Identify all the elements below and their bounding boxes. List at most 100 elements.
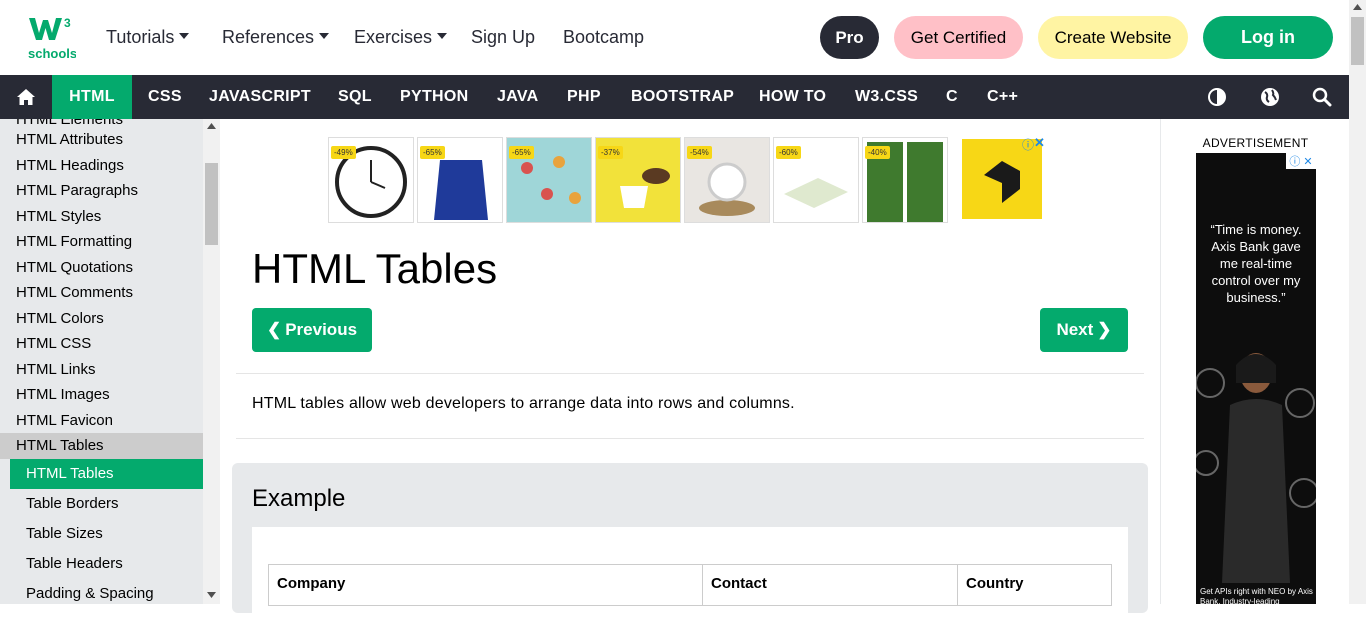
pro-label: Pro [835, 27, 864, 47]
sidebar-sub-padding-spacing[interactable]: Padding & Spacing [26, 579, 154, 604]
sidebar-sub-table-sizes[interactable]: Table Sizes [26, 519, 103, 549]
ad-product-cushion[interactable]: -65% [506, 137, 592, 223]
table-header-company: Company [269, 565, 703, 605]
adchoices-icon[interactable]: ⓘ [1022, 136, 1034, 153]
nav-bootcamp[interactable]: Bootcamp [563, 0, 644, 75]
sidebar-item-formatting[interactable]: HTML Formatting [16, 229, 132, 255]
nav-html[interactable]: HTML [52, 75, 132, 119]
language-button[interactable] [1260, 75, 1280, 119]
sidebar-item-images[interactable]: HTML Images [16, 382, 110, 408]
ad-product-towel[interactable]: -65% [417, 137, 503, 223]
ad-product-clock[interactable]: -49% [328, 137, 414, 223]
table-header-contact: Contact [703, 565, 958, 605]
page-scroll-thumb[interactable] [1351, 17, 1364, 65]
example-heading: Example [252, 485, 346, 512]
table-header-country: Country [966, 575, 1024, 592]
discount-tag: -37% [598, 146, 623, 159]
ad-info-close-icon[interactable]: ⓘ ✕ [1286, 153, 1316, 169]
ad-product-pillow[interactable]: -60% [773, 137, 859, 223]
product-ad-strip[interactable]: -49% -65% -65% -37% -54% -60% -40% ⓘ ✕ [328, 135, 1045, 223]
ad-product-cup[interactable]: -37% [595, 137, 681, 223]
example-table: Company Contact Country [268, 564, 1112, 606]
nav-c[interactable]: C [946, 75, 958, 119]
page-title: HTML Tables [252, 245, 498, 292]
sidebar-item-paragraphs[interactable]: HTML Paragraphs [16, 178, 138, 204]
nav-bootstrap-label: BOOTSTRAP [631, 88, 735, 105]
w3schools-logo[interactable]: 3 schools [26, 16, 77, 62]
sidebar-item-links[interactable]: HTML Links [16, 357, 95, 383]
sidebar-item-css[interactable]: HTML CSS [16, 331, 91, 357]
previous-label: Previous [285, 320, 358, 339]
ad-product-curtains[interactable]: -40% [862, 137, 948, 223]
example-box: Example Company Contact Country [232, 463, 1148, 617]
nav-javascript-label: JAVASCRIPT [209, 88, 311, 105]
nav-cpp[interactable]: C++ [987, 75, 1018, 119]
caret-down-icon [319, 32, 330, 39]
discount-tag: -54% [687, 146, 712, 159]
subject-nav-bar: HTML CSS JAVASCRIPT SQL PYTHON JAVA PHP … [0, 75, 1349, 119]
nav-php[interactable]: PHP [567, 75, 601, 119]
nav-how-to-label: HOW TO [759, 88, 827, 105]
previous-button[interactable]: ❮ Previous [252, 308, 372, 352]
logo-wordmark: schools [28, 46, 76, 61]
pro-button[interactable]: Pro [820, 16, 879, 59]
get-certified-button[interactable]: Get Certified [894, 16, 1023, 59]
sidebar-scroll-thumb[interactable] [205, 163, 218, 245]
nav-python[interactable]: PYTHON [400, 75, 468, 119]
nav-references[interactable]: References [222, 0, 330, 75]
sidebar-item-favicon[interactable]: HTML Favicon [16, 408, 113, 434]
search-icon [1312, 87, 1332, 107]
banner-ad[interactable]: ⓘ ✕ “Time is money. Axis Bank gave me re… [1196, 153, 1316, 604]
nav-javascript[interactable]: JAVASCRIPT [209, 75, 311, 119]
nav-java[interactable]: JAVA [497, 75, 539, 119]
next-button[interactable]: Next ❯ [1040, 308, 1128, 352]
scroll-up-icon[interactable] [207, 123, 216, 129]
nav-exercises[interactable]: Exercises [354, 0, 448, 75]
ad-product-table-clock[interactable]: -54% [684, 137, 770, 223]
nav-sign-up[interactable]: Sign Up [471, 0, 535, 75]
login-button[interactable]: Log in [1203, 16, 1333, 59]
nav-exercises-label: Exercises [354, 27, 433, 47]
nav-cpp-label: C++ [987, 88, 1019, 105]
home-button[interactable] [0, 75, 52, 119]
sidebar-sub-table-headers[interactable]: Table Headers [26, 549, 123, 579]
sidebar-item-comments[interactable]: HTML Comments [16, 280, 133, 306]
sidebar-item-attributes[interactable]: HTML Attributes [16, 127, 123, 153]
nav-css[interactable]: CSS [148, 75, 182, 119]
sidebar: HTML Elements HTML Attributes HTML Headi… [0, 119, 203, 604]
sidebar-item-headings[interactable]: HTML Headings [16, 153, 124, 179]
theme-toggle-button[interactable] [1207, 75, 1227, 119]
next-label: Next [1056, 320, 1094, 339]
login-label: Log in [1241, 27, 1295, 47]
nav-w3css[interactable]: W3.CSS [855, 75, 918, 119]
close-ad-icon[interactable]: ✕ [1034, 135, 1045, 151]
right-ad-column: ADVERTISEMENT ⓘ ✕ “Time is money. Axis B… [1160, 119, 1349, 604]
ad-footer-text: Get APIs right with NEO by Axis Bank. In… [1200, 587, 1313, 604]
scroll-up-icon[interactable] [1353, 4, 1362, 10]
create-website-label: Create Website [1054, 27, 1172, 47]
advertisement-label: ADVERTISEMENT [1202, 136, 1309, 150]
nav-tutorials[interactable]: Tutorials [106, 0, 190, 75]
nav-java-label: JAVA [497, 88, 539, 105]
home-icon [17, 89, 35, 105]
scroll-down-icon[interactable] [207, 592, 216, 598]
create-website-button[interactable]: Create Website [1038, 16, 1188, 59]
nav-bootcamp-label: Bootcamp [563, 27, 645, 47]
ad-person-image [1196, 353, 1316, 583]
nav-bootstrap[interactable]: BOOTSTRAP [631, 75, 734, 119]
ad-quote: “Time is money. Axis Bank gave me real-t… [1210, 222, 1302, 305]
sidebar-item-quotations[interactable]: HTML Quotations [16, 255, 133, 281]
sidebar-scrollbar[interactable] [203, 119, 220, 604]
nav-how-to[interactable]: HOW TO [759, 75, 826, 119]
search-button[interactable] [1312, 75, 1332, 119]
contrast-icon [1208, 88, 1226, 106]
nav-sql[interactable]: SQL [338, 75, 372, 119]
sidebar-sub-table-borders[interactable]: Table Borders [26, 489, 119, 519]
page-scrollbar[interactable] [1349, 0, 1366, 604]
sidebar-sub-html-tables[interactable]: HTML Tables [26, 459, 114, 489]
nav-c-label: C [946, 88, 958, 105]
intro-text: HTML tables allow web developers to arra… [252, 395, 795, 412]
sidebar-item-styles[interactable]: HTML Styles [16, 204, 101, 230]
sidebar-item-colors[interactable]: HTML Colors [16, 306, 104, 332]
sidebar-item-tables[interactable]: HTML Tables [16, 433, 104, 459]
